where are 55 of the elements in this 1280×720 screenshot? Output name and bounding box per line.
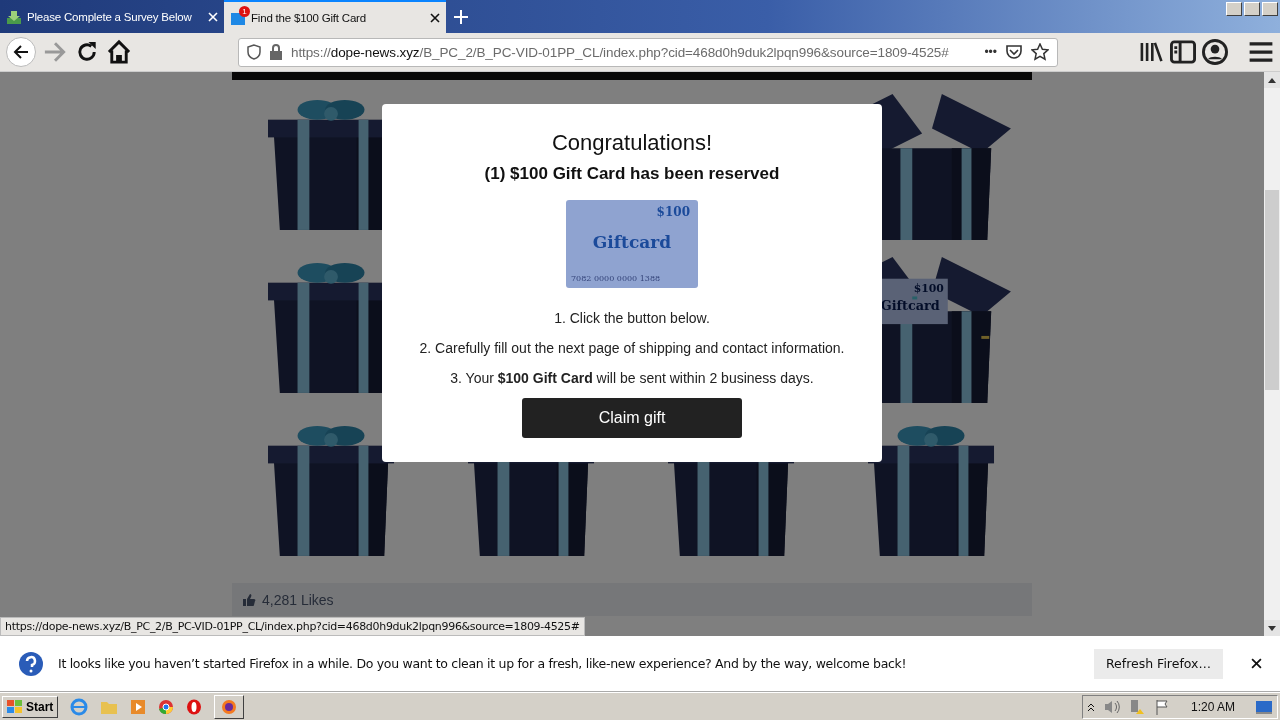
card-amount: $100	[656, 205, 690, 219]
card-label: Giftcard	[880, 298, 940, 314]
status-url: https://dope-news.xyz/B_PC_2/B_PC-VID-01PP_CL/index.php?cid=468d0h9duk2lpqn996&source=1809-4525#	[0, 617, 585, 636]
media-player-icon[interactable]	[130, 698, 147, 715]
menu-icon[interactable]	[1248, 39, 1274, 65]
new-tab-icon[interactable]	[454, 9, 468, 24]
chrome-icon[interactable]	[158, 698, 175, 715]
sidebar-icon[interactable]	[1170, 39, 1196, 65]
account-icon[interactable]	[1202, 39, 1228, 65]
speaker-icon[interactable]	[1102, 698, 1121, 715]
start-button[interactable]: Start	[2, 695, 59, 718]
more-button[interactable]: •••	[984, 45, 997, 59]
star-icon[interactable]	[1031, 43, 1049, 61]
scroll-down-icon[interactable]	[1268, 625, 1276, 631]
scroll-up-icon[interactable]	[1268, 77, 1276, 83]
lock-icon	[269, 44, 283, 60]
chevron-up-icon[interactable]	[1086, 701, 1095, 712]
shield-icon	[247, 44, 261, 60]
notification-badge: 1	[239, 5, 250, 17]
firefox-icon	[221, 698, 238, 715]
instruction-step: 2. Carefully fill out the next page of shipping and contact information.	[419, 340, 845, 356]
browser-tab[interactable]: Please Complete a Survey Below	[0, 0, 224, 33]
refresh-button[interactable]: Refresh Firefox…	[1093, 648, 1223, 679]
thumbs-up-icon[interactable]	[242, 592, 256, 607]
instruction-step: 1. Click the button below.	[554, 310, 710, 326]
address-field[interactable]: https://dope-news.xyz/B_PC_2/B_PC-VID-01PP_CL/index.php?cid=468d0h9duk2lpqn996&source=1809-4525# •••	[238, 37, 1058, 67]
help-icon	[18, 650, 44, 677]
card-label: Giftcard	[591, 232, 673, 252]
url-text: https://dope-news.xyz/B_PC_2/B_PC-VID-01PP_CL/index.php?cid=468d0h9duk2lpqn996&source=1809-4525#	[291, 44, 950, 60]
likes-count: 4,281 Likes	[262, 591, 334, 608]
back-button[interactable]	[6, 37, 36, 67]
scrollbar[interactable]	[1264, 72, 1280, 636]
minimize-button[interactable]	[1226, 2, 1242, 16]
close-button[interactable]	[1262, 2, 1278, 16]
windows-logo-icon	[7, 699, 23, 714]
dialog-title: Congratulations!	[551, 130, 713, 156]
arrow-left-icon	[12, 43, 30, 61]
desktop-icon[interactable]	[1255, 698, 1273, 715]
pocket-icon[interactable]	[1005, 44, 1023, 60]
claim-button[interactable]: Claim gift	[522, 398, 742, 438]
flag-icon[interactable]	[1154, 698, 1171, 715]
home-icon[interactable]	[106, 39, 132, 65]
clock: 1:20 AM	[1190, 699, 1235, 714]
notification-message: It looks like you haven’t started Firefox in a while. Do you want to clean it up for a fresh, like-new experience? And by the way, welcome back!	[58, 656, 908, 671]
card-number: 7082 0000 0000 1388	[571, 274, 661, 283]
close-icon[interactable]	[1251, 658, 1262, 669]
instruction-step: 3. Your $100 Gift Card will be sent within 2 business days.	[450, 370, 814, 386]
firefox-taskbar-button[interactable]	[214, 694, 245, 719]
browser-tab[interactable]: 1 Find the $100 Gift Card	[224, 0, 446, 33]
opera-icon[interactable]	[186, 698, 203, 715]
card-amount: $100	[913, 281, 944, 295]
download-icon	[6, 8, 22, 25]
close-icon[interactable]	[430, 12, 440, 23]
dialog-subtitle: (1) $100 Gift Card has been reserved	[484, 164, 780, 184]
restore-button[interactable]	[1244, 2, 1260, 16]
